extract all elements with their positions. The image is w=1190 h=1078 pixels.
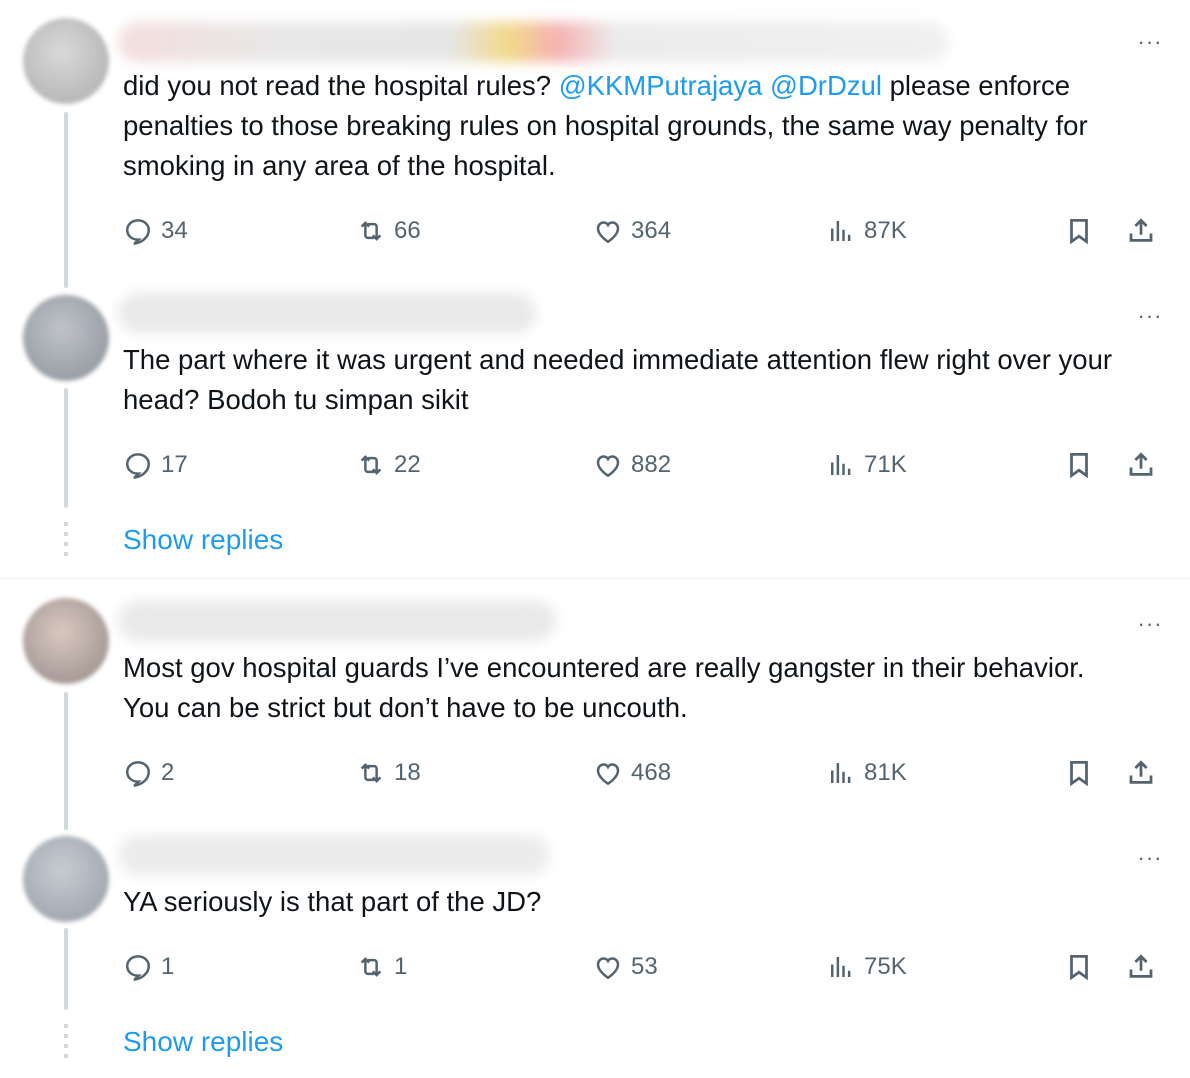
author-name-redacted[interactable] xyxy=(118,835,550,875)
view-count: 81K xyxy=(864,759,907,786)
bookmark-button[interactable] xyxy=(1064,450,1094,485)
like-count: 53 xyxy=(631,953,658,980)
share-icon xyxy=(1126,758,1156,788)
views-icon xyxy=(826,758,856,788)
thread-line xyxy=(64,112,68,288)
bookmark-button[interactable] xyxy=(1064,758,1094,793)
like-icon xyxy=(593,758,623,788)
reply-text-segment: did you not read the hospital rules? xyxy=(123,70,559,101)
bookmark-icon xyxy=(1064,952,1094,982)
like-button[interactable]: 468 xyxy=(593,756,671,790)
bookmark-button[interactable] xyxy=(1064,216,1094,251)
author-name-redacted[interactable] xyxy=(118,601,556,641)
reply-icon xyxy=(123,758,153,788)
reply-button[interactable]: 1 xyxy=(123,950,174,984)
reply-text: The part where it was urgent and needed … xyxy=(123,344,1113,415)
views-icon xyxy=(826,450,856,480)
views-button[interactable]: 81K xyxy=(826,756,907,790)
more-icon[interactable]: ··· xyxy=(1134,305,1166,327)
avatar[interactable] xyxy=(23,598,109,684)
mention-link[interactable]: @KKMPutrajaya xyxy=(559,70,763,101)
avatar[interactable] xyxy=(23,836,109,922)
bookmark-icon xyxy=(1064,216,1094,246)
bookmark-button[interactable] xyxy=(1064,952,1094,987)
like-button[interactable]: 53 xyxy=(593,950,658,984)
repost-button[interactable]: 1 xyxy=(356,950,407,984)
reply-count: 17 xyxy=(161,451,188,478)
reply-count: 1 xyxy=(161,953,175,980)
views-icon xyxy=(826,216,856,246)
reply-icon xyxy=(123,952,153,982)
reply-count: 2 xyxy=(161,759,175,786)
thread-continuation-dots xyxy=(64,1024,68,1058)
repost-button[interactable]: 66 xyxy=(356,214,421,248)
views-icon xyxy=(826,952,856,982)
bookmark-icon xyxy=(1064,758,1094,788)
thread-divider xyxy=(0,578,1190,579)
reply-text-segment xyxy=(762,70,770,101)
reply-text: Most gov hospital guards I’ve encountere… xyxy=(123,652,1085,723)
show-replies-link[interactable]: Show replies xyxy=(123,524,283,556)
repost-count: 1 xyxy=(394,953,408,980)
author-name-redacted[interactable] xyxy=(118,293,536,333)
mention-link[interactable]: @DrDzul xyxy=(770,70,882,101)
reply-button[interactable]: 34 xyxy=(123,214,188,248)
views-button[interactable]: 71K xyxy=(826,448,907,482)
like-icon xyxy=(593,450,623,480)
reply-count: 34 xyxy=(161,217,188,244)
repost-icon xyxy=(356,450,386,480)
more-icon[interactable]: ··· xyxy=(1134,31,1166,53)
thread-line xyxy=(64,388,68,508)
share-icon xyxy=(1126,216,1156,246)
share-button[interactable] xyxy=(1126,952,1156,987)
more-icon[interactable]: ··· xyxy=(1134,613,1166,635)
share-button[interactable] xyxy=(1126,450,1156,485)
thread-continuation-dots xyxy=(64,522,68,556)
like-button[interactable]: 364 xyxy=(593,214,671,248)
views-button[interactable]: 75K xyxy=(826,950,907,984)
like-count: 364 xyxy=(631,217,672,244)
share-icon xyxy=(1126,952,1156,982)
repost-count: 66 xyxy=(394,217,421,244)
reply-text: did you not read the hospital rules? @KK… xyxy=(123,66,1123,186)
reply-button[interactable]: 17 xyxy=(123,448,188,482)
repost-button[interactable]: 22 xyxy=(356,448,421,482)
thread-line xyxy=(64,692,68,830)
reply-button[interactable]: 2 xyxy=(123,756,174,790)
repost-icon xyxy=(356,758,386,788)
avatar[interactable] xyxy=(23,18,109,104)
reply-text: YA seriously is that part of the JD? xyxy=(123,886,542,917)
bookmark-icon xyxy=(1064,450,1094,480)
share-icon xyxy=(1126,450,1156,480)
share-button[interactable] xyxy=(1126,216,1156,251)
view-count: 71K xyxy=(864,451,907,478)
views-button[interactable]: 87K xyxy=(826,214,907,248)
view-count: 87K xyxy=(864,217,907,244)
like-icon xyxy=(593,216,623,246)
thread-line xyxy=(64,928,68,1010)
like-icon xyxy=(593,952,623,982)
repost-icon xyxy=(356,216,386,246)
repost-icon xyxy=(356,952,386,982)
author-name-redacted[interactable] xyxy=(118,22,948,62)
repost-count: 22 xyxy=(394,451,421,478)
reply-icon xyxy=(123,450,153,480)
more-icon[interactable]: ··· xyxy=(1134,847,1166,869)
share-button[interactable] xyxy=(1126,758,1156,793)
show-replies-link[interactable]: Show replies xyxy=(123,1026,283,1058)
like-button[interactable]: 882 xyxy=(593,448,671,482)
repost-button[interactable]: 18 xyxy=(356,756,421,790)
view-count: 75K xyxy=(864,953,907,980)
like-count: 882 xyxy=(631,451,672,478)
avatar[interactable] xyxy=(23,295,109,381)
reply-icon xyxy=(123,216,153,246)
like-count: 468 xyxy=(631,759,672,786)
repost-count: 18 xyxy=(394,759,421,786)
